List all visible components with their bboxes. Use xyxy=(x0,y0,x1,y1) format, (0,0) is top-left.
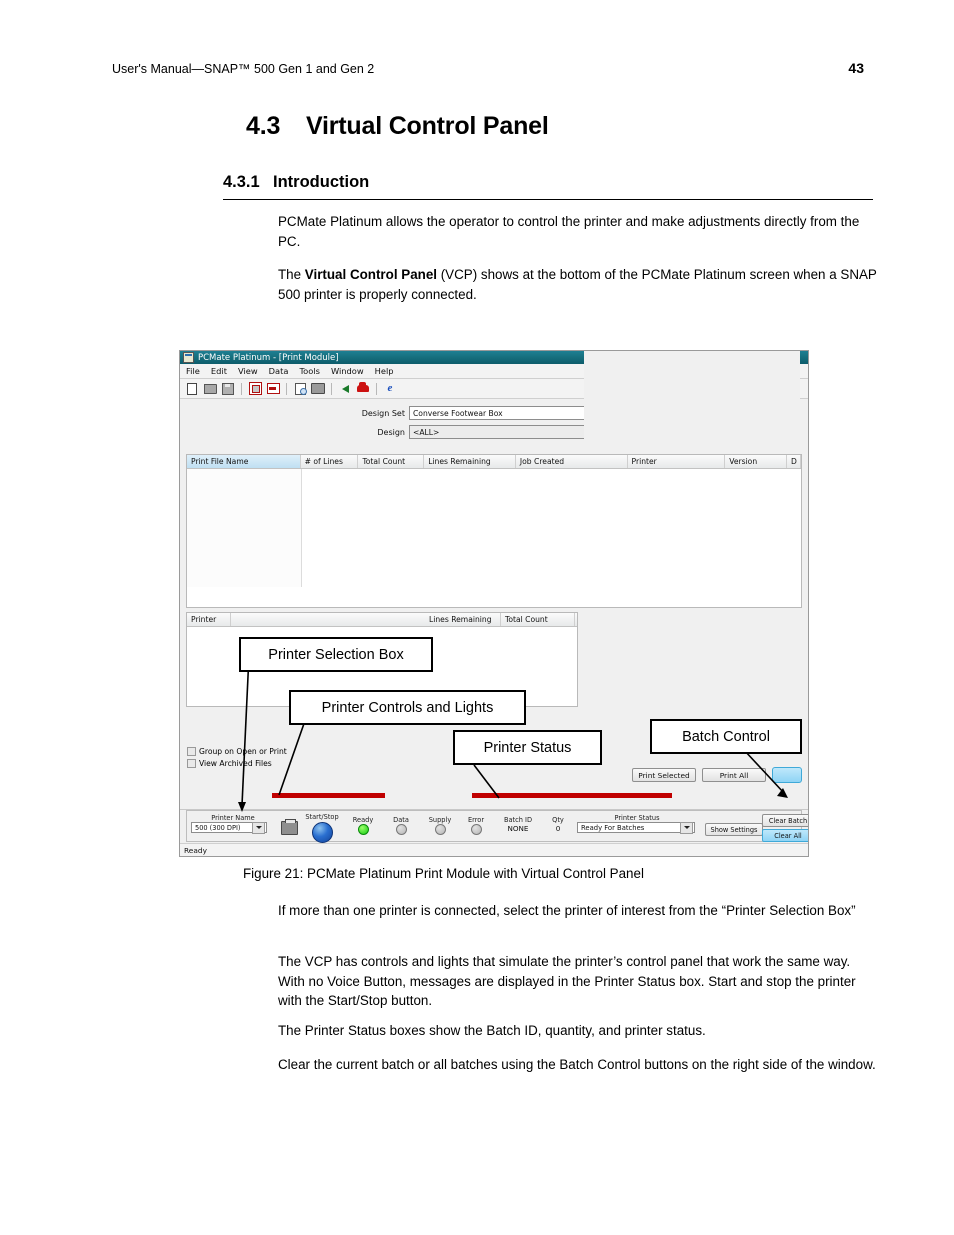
paragraph-5: The Printer Status boxes show the Batch … xyxy=(278,1023,706,1038)
subsection-heading: 4.3.1 Introduction xyxy=(223,173,369,192)
section-heading: 4.3 Virtual Control Panel xyxy=(246,112,549,141)
document-page: User's Manual—SNAP™ 500 Gen 1 and Gen 2 … xyxy=(0,0,954,1235)
section-title: Virtual Control Panel xyxy=(306,112,549,140)
paragraph-4: The VCP has controls and lights that sim… xyxy=(278,954,856,1008)
paragraph-2-bold: Virtual Control Panel xyxy=(304,267,437,282)
callout-batch-control: Batch Control xyxy=(650,719,802,754)
callout-label: Printer Controls and Lights xyxy=(321,699,494,716)
callout-label: Batch Control xyxy=(682,728,770,745)
heading-rule xyxy=(223,199,873,200)
callout-printer-controls-and-lights: Printer Controls and Lights xyxy=(289,690,526,725)
callout-label: Printer Status xyxy=(483,739,572,756)
page-number: 43 xyxy=(848,60,864,76)
callout-printer-status: Printer Status xyxy=(453,730,602,765)
callout-printer-selection-box: Printer Selection Box xyxy=(239,637,433,672)
paragraph-2-pre: The xyxy=(278,267,305,282)
running-head-title: User's Manual—SNAP™ 500 Gen 1 and Gen 2 xyxy=(112,62,375,76)
paragraph-2: The Virtual Control Panel (VCP) shows at… xyxy=(278,265,878,304)
paragraph-3: If more than one printer is connected, s… xyxy=(278,903,856,918)
subsection-number: 4.3.1 xyxy=(223,173,260,191)
paragraph-6: Clear the current batch or all batches u… xyxy=(278,1057,876,1072)
subsection-title: Introduction xyxy=(273,173,370,191)
callout-leader-lines xyxy=(238,654,788,812)
running-head: User's Manual—SNAP™ 500 Gen 1 and Gen 2 … xyxy=(112,60,864,76)
section-number: 4.3 xyxy=(246,112,281,140)
paragraph-1: PCMate Platinum allows the operator to c… xyxy=(278,214,860,249)
callout-label: Printer Selection Box xyxy=(268,646,404,663)
figure-caption: Figure 21: PCMate Platinum Print Module … xyxy=(243,866,644,881)
